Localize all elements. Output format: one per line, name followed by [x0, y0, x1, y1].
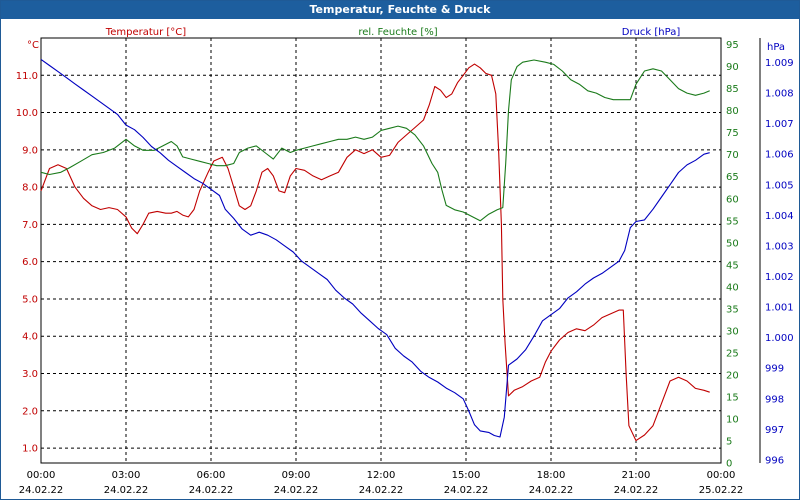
temperature-tick-label: 2.0 [22, 406, 38, 417]
x-tick-date: 24.02.22 [614, 485, 659, 496]
x-tick-time: 15:00 [452, 470, 481, 481]
pressure-axis-title: Druck [hPa] [622, 27, 681, 38]
humidity-tick-label: 65 [726, 172, 739, 183]
temperature-tick-label: 7.0 [22, 220, 38, 231]
humidity-tick-label: 40 [726, 282, 739, 293]
humidity-tick-label: 5 [726, 436, 732, 447]
pressure-tick-label: 1.009 [765, 58, 794, 69]
humidity-tick-label: 95 [726, 40, 739, 51]
temperature-axis-title: Temperatur [°C] [105, 27, 186, 38]
line-chart: 00:00 24.02.22 03:00 24.02.22 06:00 24.02.22 0… [16, 27, 794, 496]
humidity-tick-label: 55 [726, 216, 739, 227]
pressure-tick-label: 996 [765, 455, 784, 466]
pressure-tick-label: 1.006 [765, 150, 794, 161]
x-tick-time: 03:00 [112, 470, 141, 481]
humidity-tick-label: 45 [726, 260, 739, 271]
humidity-axis-title: rel. Feuchte [%] [358, 27, 437, 38]
x-tick-date: 24.02.22 [19, 485, 64, 496]
x-tick-time: 09:00 [282, 470, 311, 481]
humidity-tick-label: 90 [726, 62, 739, 73]
pressure-tick-label: 1.007 [765, 119, 794, 130]
pressure-unit-label: hPa [767, 42, 785, 53]
x-tick-time: 21:00 [622, 470, 651, 481]
pressure-tick-label: 998 [765, 394, 784, 405]
pressure-line [40, 58, 710, 438]
x-tick-time: 06:00 [197, 470, 226, 481]
humidity-tick-label: 75 [726, 128, 739, 139]
x-tick-time: 00:00 [27, 470, 56, 481]
pressure-tick-label: 1.003 [765, 241, 794, 252]
temperature-tick-label: 5.0 [22, 294, 38, 305]
x-tick-time: 00:00 [707, 470, 736, 481]
humidity-tick-label: 50 [726, 238, 739, 249]
x-tick-date: 24.02.22 [104, 485, 149, 496]
x-tick-date: 24.02.22 [444, 485, 489, 496]
x-tick-date: 24.02.22 [274, 485, 319, 496]
humidity-tick-label: 15 [726, 392, 739, 403]
pressure-tick-label: 1.002 [765, 272, 794, 283]
temperature-tick-label: 1.0 [22, 444, 38, 455]
pressure-tick-label: 997 [765, 425, 784, 436]
pressure-tick-label: 1.008 [765, 89, 794, 100]
temperature-tick-label: 6.0 [22, 257, 38, 268]
humidity-tick-label: 20 [726, 370, 739, 381]
pressure-tick-label: 1.000 [765, 333, 794, 344]
humidity-tick-label: 25 [726, 348, 739, 359]
temperature-tick-label: 8.0 [22, 183, 38, 194]
temperature-tick-label: 11.0 [16, 71, 38, 82]
pressure-tick-label: 1.005 [765, 180, 794, 191]
x-tick-time: 12:00 [367, 470, 396, 481]
temperature-tick-label: 3.0 [22, 369, 38, 380]
temperature-tick-label: 10.0 [16, 108, 38, 119]
temperature-line [40, 63, 710, 442]
humidity-tick-label: 85 [726, 84, 739, 95]
temperature-tick-label: 4.0 [22, 332, 38, 343]
x-tick-date: 25.02.22 [699, 485, 744, 496]
pressure-tick-label: 1.001 [765, 303, 794, 314]
x-tick-date: 24.02.22 [529, 485, 574, 496]
humidity-tick-label: 35 [726, 304, 739, 315]
x-tick-date: 24.02.22 [189, 485, 234, 496]
pressure-tick-label: 999 [765, 364, 784, 375]
humidity-tick-label: 0 [726, 459, 732, 470]
humidity-tick-label: 70 [726, 150, 739, 161]
x-tick-date: 24.02.22 [359, 485, 404, 496]
humidity-tick-label: 30 [726, 326, 739, 337]
humidity-line [40, 59, 710, 222]
humidity-tick-label: 80 [726, 106, 739, 117]
humidity-tick-label: 10 [726, 414, 739, 425]
humidity-tick-label: 60 [726, 194, 739, 205]
pressure-tick-label: 1.004 [765, 211, 794, 222]
chart-window: Temperatur, Feuchte & Druck 00:00 24.02.2… [0, 0, 800, 500]
x-tick-time: 18:00 [537, 470, 566, 481]
temperature-unit-label: °C [27, 40, 39, 51]
temperature-tick-label: 9.0 [22, 145, 38, 156]
